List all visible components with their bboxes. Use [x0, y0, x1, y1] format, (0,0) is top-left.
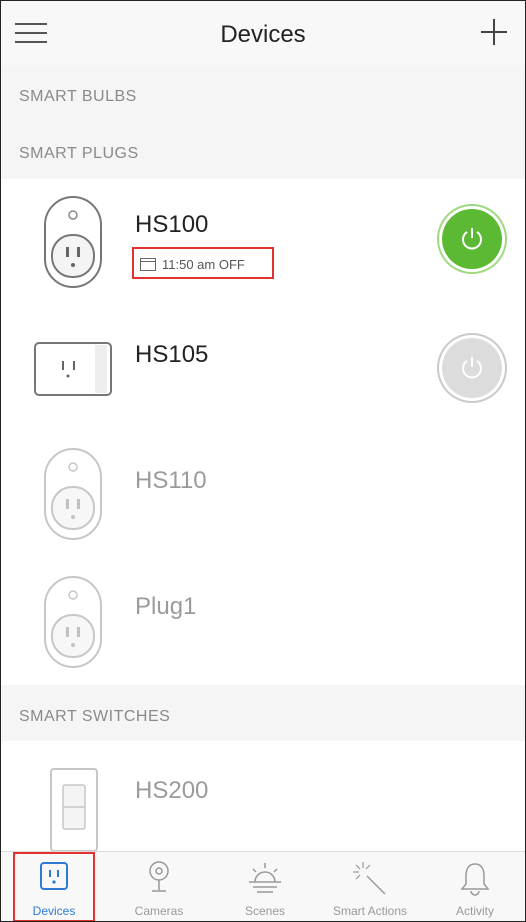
tab-cameras[interactable]: Cameras — [119, 852, 199, 921]
device-row-plug1[interactable]: Plug1 — [1, 557, 525, 686]
schedule-badge: 11:50 am OFF — [132, 247, 274, 279]
tab-scenes[interactable]: Scenes — [225, 852, 305, 921]
device-row-hs105[interactable]: HS105 — [1, 305, 525, 432]
power-toggle-on[interactable] — [442, 209, 502, 269]
device-row-hs110[interactable]: HS110 — [1, 431, 525, 558]
device-name: HS200 — [135, 777, 209, 804]
section-header-smart-bulbs: SMART BULBS — [1, 65, 525, 121]
magic-wand-icon — [353, 862, 386, 895]
section-header-smart-switches: SMART SWITCHES — [1, 685, 525, 741]
tab-devices[interactable]: Devices — [13, 852, 95, 921]
sunrise-icon — [249, 863, 281, 893]
top-bar: Devices — [1, 1, 525, 66]
device-row-hs200[interactable]: HS200 — [1, 741, 525, 853]
calendar-icon — [140, 258, 156, 271]
device-name: Plug1 — [135, 593, 197, 620]
app-screen: Devices SMART BULBS SMART PLUGS HS100 11… — [0, 0, 526, 922]
bell-icon — [460, 863, 490, 896]
switch-device-icon — [50, 768, 98, 852]
device-name: HS100 — [135, 211, 209, 238]
plug-device-icon — [44, 448, 102, 540]
add-device-icon[interactable] — [481, 19, 507, 45]
power-toggle-off[interactable] — [442, 338, 502, 398]
device-row-hs100[interactable]: HS100 11:50 am OFF — [1, 179, 525, 306]
section-header-smart-plugs: SMART PLUGS — [1, 122, 525, 178]
plug-device-icon — [34, 342, 112, 396]
tab-activity[interactable]: Activity — [435, 852, 515, 921]
outlet-icon — [40, 862, 68, 890]
device-name: HS105 — [135, 341, 209, 368]
plug-device-icon — [44, 196, 102, 288]
power-icon — [462, 228, 482, 250]
power-icon — [462, 357, 482, 379]
camera-icon — [149, 861, 169, 892]
bottom-tab-bar: Devices Cameras Scenes Smart Actions Act… — [1, 851, 525, 921]
page-title: Devices — [220, 21, 306, 48]
plug-device-icon — [44, 576, 102, 668]
device-name: HS110 — [135, 467, 207, 494]
tab-smart-actions[interactable]: Smart Actions — [315, 852, 425, 921]
